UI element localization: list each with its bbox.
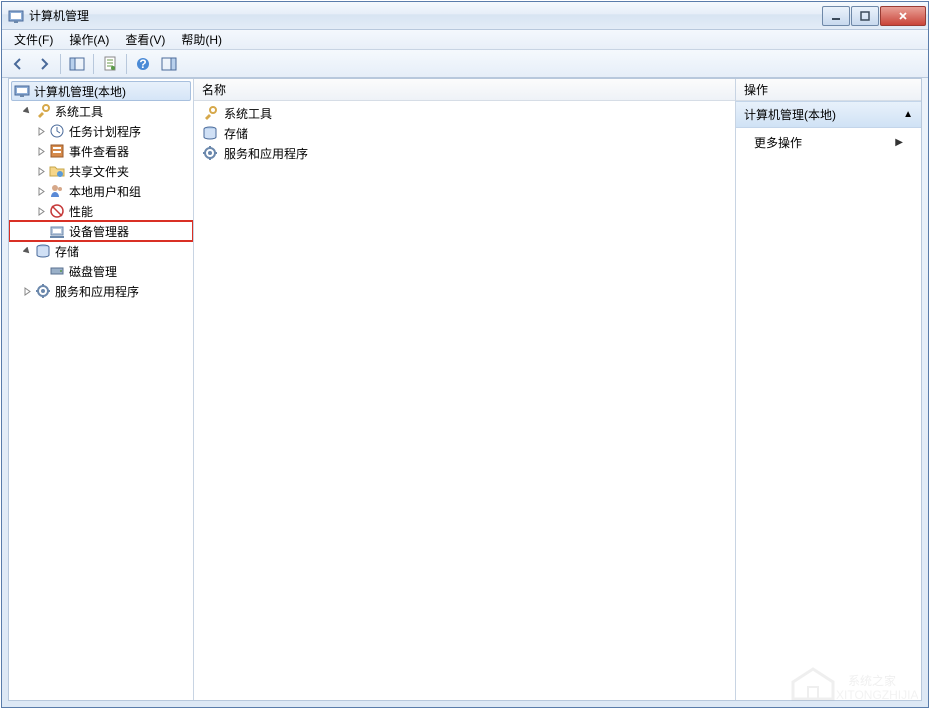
actions-header: 操作 — [736, 79, 921, 101]
toolbar-separator — [126, 54, 127, 74]
help-button[interactable]: ? — [131, 52, 155, 76]
tree-label: 共享文件夹 — [69, 163, 129, 180]
back-button[interactable] — [6, 52, 30, 76]
actions-body: 计算机管理(本地) ▲ 更多操作 ▶ — [736, 101, 921, 700]
toolbar-separator — [93, 54, 94, 74]
content-area: 计算机管理(本地) 系统工具 — [8, 78, 922, 701]
computer-management-window: 计算机管理 文件(F) 操作(A) 查看(V) 帮助(H) — [1, 1, 929, 708]
properties-button[interactable] — [98, 52, 122, 76]
titlebar: 计算机管理 — [2, 2, 928, 30]
menu-file[interactable]: 文件(F) — [6, 29, 61, 50]
device-icon — [49, 223, 65, 239]
tree-shared-folders[interactable]: 共享文件夹 — [9, 161, 193, 181]
tree-body[interactable]: 计算机管理(本地) 系统工具 — [9, 79, 193, 700]
minimize-button[interactable] — [822, 6, 850, 26]
tree-system-tools[interactable]: 系统工具 — [9, 101, 193, 121]
list-item-system-tools[interactable]: 系统工具 — [198, 103, 731, 123]
computer-icon — [14, 83, 30, 99]
close-button[interactable] — [880, 6, 926, 26]
expander-collapse-icon[interactable] — [21, 245, 33, 257]
services-icon — [35, 283, 51, 299]
tree-panel: 计算机管理(本地) 系统工具 — [9, 79, 194, 700]
tree-services[interactable]: 服务和应用程序 — [9, 281, 193, 301]
app-icon — [8, 8, 24, 24]
expander-expand-icon[interactable] — [35, 145, 47, 157]
list-item-label: 服务和应用程序 — [224, 145, 308, 162]
folder-share-icon — [49, 163, 65, 179]
show-hide-action-button[interactable] — [157, 52, 181, 76]
actions-group-title[interactable]: 计算机管理(本地) ▲ — [736, 101, 921, 128]
tree-label: 磁盘管理 — [69, 263, 117, 280]
actions-item-label: 更多操作 — [754, 134, 802, 151]
menu-action[interactable]: 操作(A) — [61, 29, 117, 50]
tree-label: 本地用户和组 — [69, 183, 141, 200]
list-column-header[interactable]: 名称 — [194, 79, 735, 101]
actions-header-label: 操作 — [744, 81, 768, 98]
storage-icon — [202, 125, 218, 141]
expander-expand-icon[interactable] — [21, 285, 33, 297]
services-icon — [202, 145, 218, 161]
tools-icon — [35, 103, 51, 119]
list-panel: 名称 系统工具 存储 — [194, 79, 736, 700]
actions-group-label: 计算机管理(本地) — [744, 106, 836, 123]
users-icon — [49, 183, 65, 199]
tree-label: 系统工具 — [55, 103, 103, 120]
event-icon — [49, 143, 65, 159]
tree-performance[interactable]: 性能 — [9, 201, 193, 221]
menu-help[interactable]: 帮助(H) — [173, 29, 230, 50]
list-item-label: 系统工具 — [224, 105, 272, 122]
list-body[interactable]: 系统工具 存储 服务和应用程序 — [194, 101, 735, 700]
menubar: 文件(F) 操作(A) 查看(V) 帮助(H) — [2, 30, 928, 50]
list-item-label: 存储 — [224, 125, 248, 142]
tree-device-manager[interactable]: 设备管理器 — [9, 221, 193, 241]
storage-icon — [35, 243, 51, 259]
list-item-services[interactable]: 服务和应用程序 — [198, 143, 731, 163]
tree-label: 任务计划程序 — [69, 123, 141, 140]
tree-label: 事件查看器 — [69, 143, 129, 160]
tree-label: 服务和应用程序 — [55, 283, 139, 300]
forward-button[interactable] — [32, 52, 56, 76]
actions-more[interactable]: 更多操作 ▶ — [736, 128, 921, 157]
tools-icon — [202, 105, 218, 121]
svg-text:?: ? — [139, 57, 146, 71]
window-controls — [822, 6, 926, 26]
column-name: 名称 — [202, 81, 226, 98]
tree-label: 存储 — [55, 243, 79, 260]
actions-panel: 操作 计算机管理(本地) ▲ 更多操作 ▶ — [736, 79, 921, 700]
tree-task-scheduler[interactable]: 任务计划程序 — [9, 121, 193, 141]
list-item-storage[interactable]: 存储 — [198, 123, 731, 143]
tree-label: 计算机管理(本地) — [34, 83, 126, 100]
chevron-right-icon: ▶ — [895, 137, 903, 148]
clock-icon — [49, 123, 65, 139]
tree-disk-management[interactable]: 磁盘管理 — [9, 261, 193, 281]
toolbar-separator — [60, 54, 61, 74]
tree-label: 设备管理器 — [69, 223, 129, 240]
tree-local-users[interactable]: 本地用户和组 — [9, 181, 193, 201]
expander-expand-icon[interactable] — [35, 165, 47, 177]
tree-root[interactable]: 计算机管理(本地) — [11, 81, 191, 101]
toolbar: ? — [2, 50, 928, 78]
maximize-button[interactable] — [851, 6, 879, 26]
tree-storage[interactable]: 存储 — [9, 241, 193, 261]
expander-collapse-icon[interactable] — [21, 105, 33, 117]
show-hide-tree-button[interactable] — [65, 52, 89, 76]
disk-icon — [49, 263, 65, 279]
tree-label: 性能 — [69, 203, 93, 220]
expander-expand-icon[interactable] — [35, 205, 47, 217]
performance-icon — [49, 203, 65, 219]
menu-view[interactable]: 查看(V) — [117, 29, 173, 50]
window-title: 计算机管理 — [29, 7, 822, 24]
collapse-icon: ▲ — [903, 109, 913, 120]
tree-event-viewer[interactable]: 事件查看器 — [9, 141, 193, 161]
expander-expand-icon[interactable] — [35, 185, 47, 197]
expander-expand-icon[interactable] — [35, 125, 47, 137]
